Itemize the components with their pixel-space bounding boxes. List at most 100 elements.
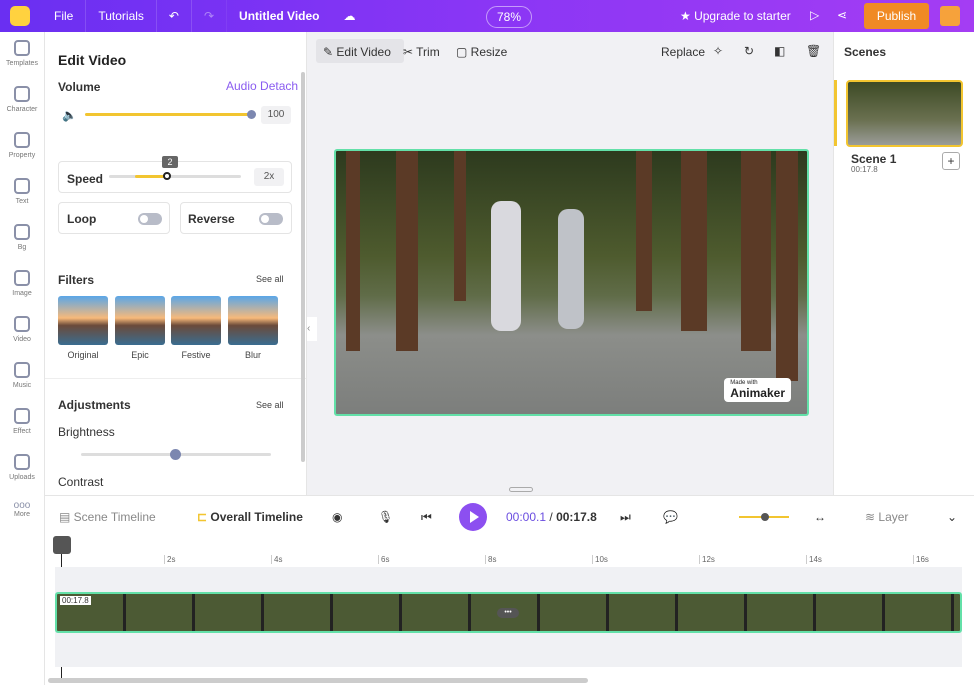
publish-button[interactable]: Publish xyxy=(864,3,929,29)
filter-blur[interactable] xyxy=(228,296,278,345)
runner-man xyxy=(491,201,521,331)
video-clip[interactable]: 00:17.8 ••• xyxy=(55,592,962,633)
voice-icon[interactable]: 🎙 xyxy=(378,510,393,524)
uploads-icon xyxy=(14,454,30,470)
filter-festive[interactable] xyxy=(171,296,221,345)
brightness-label: Brightness xyxy=(58,425,115,439)
camera-icon[interactable]: ◉ xyxy=(332,510,342,524)
filter-original[interactable] xyxy=(58,296,108,345)
resize-label: Resize xyxy=(470,45,508,59)
file-menu[interactable]: File xyxy=(42,0,87,32)
replace-button[interactable]: Replace xyxy=(661,45,705,59)
clip-more-icon[interactable]: ••• xyxy=(497,608,519,618)
resize-handle[interactable] xyxy=(509,487,533,492)
ruler-tick: 6s xyxy=(378,555,389,564)
edit-video-panel: Edit Video Volume Audio Detach 🔈 100 Spe… xyxy=(45,32,307,495)
scene-timeline-tab[interactable]: ▤ Scene Timeline xyxy=(59,510,156,524)
edit-video-label: Edit Video xyxy=(336,45,391,59)
bg-icon xyxy=(14,224,30,240)
volume-knob[interactable] xyxy=(247,110,256,119)
add-scene-button[interactable]: + xyxy=(942,152,960,170)
redo-icon[interactable]: ↷ xyxy=(192,0,228,32)
speed-knob[interactable] xyxy=(163,172,171,180)
image-icon xyxy=(14,270,30,286)
speaker-icon[interactable]: 🔈 xyxy=(62,108,77,122)
scene-timeline-label: Scene Timeline xyxy=(73,510,156,524)
scenes-panel: Scenes Scene 1 00:17.8 + xyxy=(833,32,974,495)
video-preview[interactable]: Made with Animaker xyxy=(334,149,809,416)
volume-slider[interactable] xyxy=(85,113,251,116)
share-icon[interactable]: ⋖ xyxy=(837,8,847,22)
timeline-scrollbar[interactable] xyxy=(48,678,588,683)
volume-label: Volume xyxy=(58,80,101,94)
timeline-zoom-knob[interactable] xyxy=(761,513,769,521)
rail-text[interactable]: Text xyxy=(0,170,44,216)
play-button[interactable] xyxy=(459,503,487,531)
scenes-title: Scenes xyxy=(844,45,887,59)
trim-tab[interactable]: ✂ Trim xyxy=(403,45,440,59)
ruler-tick: 10s xyxy=(592,555,608,564)
project-title[interactable]: Untitled Video xyxy=(227,0,331,32)
audio-detach-link[interactable]: Audio Detach xyxy=(226,79,298,93)
delete-icon[interactable]: 🗑 xyxy=(806,44,821,58)
overall-timeline-label: Overall Timeline xyxy=(210,510,303,524)
total-time: 00:17.8 xyxy=(556,510,597,524)
layer-label: Layer xyxy=(878,510,909,524)
speed-value[interactable]: 2x xyxy=(254,168,284,186)
rail-more[interactable]: ooo More xyxy=(0,492,44,538)
divider xyxy=(45,378,306,379)
rail-image[interactable]: Image xyxy=(0,262,44,308)
filter-label: Epic xyxy=(131,350,149,360)
rail-templates[interactable]: Templates xyxy=(0,32,44,78)
skip-back-icon[interactable]: ⏮ xyxy=(421,510,432,525)
filter-label: Festive xyxy=(181,350,211,360)
flip-icon[interactable]: ◧ xyxy=(774,44,785,58)
property-icon xyxy=(14,132,30,148)
reverse-label: Reverse xyxy=(188,212,235,226)
time-separator: / xyxy=(546,510,557,524)
speed-track[interactable] xyxy=(109,175,241,178)
rail-property[interactable]: Property xyxy=(0,124,44,170)
rail-character[interactable]: Character xyxy=(0,78,44,124)
brightness-knob[interactable] xyxy=(170,449,181,460)
reverse-toggle[interactable] xyxy=(259,213,283,225)
animaker-watermark: Made with Animaker xyxy=(724,378,791,402)
panel-title: Edit Video xyxy=(58,52,127,68)
character-icon xyxy=(14,86,30,102)
rail-effect[interactable]: Effect xyxy=(0,400,44,446)
magic-icon[interactable]: ✧ xyxy=(713,44,723,58)
ruler-tick: 12s xyxy=(699,555,715,564)
playhead-handle[interactable] xyxy=(53,536,71,554)
undo-icon[interactable]: ↶ xyxy=(157,0,192,32)
collapse-panel-icon[interactable]: ‹ xyxy=(307,317,317,341)
preview-icon[interactable]: ▷ xyxy=(810,8,819,22)
filter-epic[interactable] xyxy=(115,296,165,345)
rail-bg[interactable]: Bg xyxy=(0,216,44,262)
volume-value[interactable]: 100 xyxy=(261,106,291,124)
rotate-icon[interactable]: ↻ xyxy=(744,44,754,58)
panel-scrollbar[interactable] xyxy=(301,72,305,462)
layer-button[interactable]: ≋ Layer xyxy=(865,510,908,524)
resize-tab[interactable]: ▢ Resize xyxy=(456,45,507,59)
scene-thumbnail[interactable] xyxy=(846,80,963,147)
rail-video[interactable]: Video xyxy=(0,308,44,354)
fit-icon[interactable]: ↔ xyxy=(814,510,826,524)
animaker-logo[interactable] xyxy=(10,6,30,26)
filters-see-all[interactable]: See all xyxy=(256,274,284,284)
more-icon: ooo xyxy=(13,500,31,511)
loop-toggle[interactable] xyxy=(138,213,162,225)
tutorials-menu[interactable]: Tutorials xyxy=(86,0,157,32)
rail-music[interactable]: Music xyxy=(0,354,44,400)
music-icon xyxy=(14,362,30,378)
collapse-timeline-icon[interactable]: ⌄ xyxy=(947,510,957,524)
rail-uploads[interactable]: Uploads xyxy=(0,446,44,492)
edit-video-tab[interactable]: ✎ Edit Video xyxy=(323,45,391,59)
adjustments-see-all[interactable]: See all xyxy=(256,400,284,410)
avatar[interactable] xyxy=(940,6,960,26)
upgrade-link[interactable]: ★ Upgrade to starter xyxy=(680,9,791,23)
skip-forward-icon[interactable]: ⏭ xyxy=(620,510,631,525)
overall-timeline-tab[interactable]: ⊏ Overall Timeline xyxy=(197,510,303,524)
subtitle-icon[interactable]: 💬 xyxy=(663,510,678,524)
filter-label: Blur xyxy=(244,350,261,360)
zoom-dropdown[interactable]: 78% xyxy=(486,6,533,28)
